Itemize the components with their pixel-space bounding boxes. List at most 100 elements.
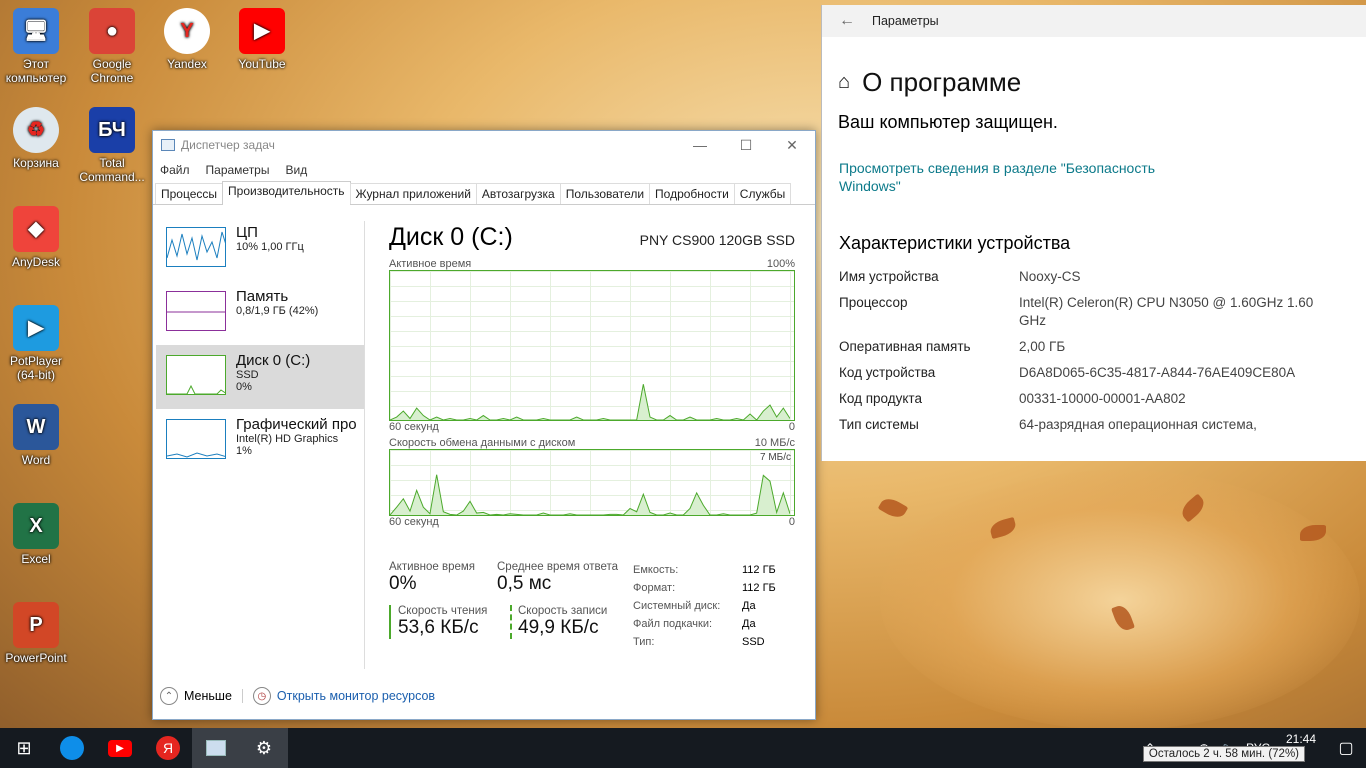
app-icon: W	[13, 404, 59, 450]
desktop-icon[interactable]: P PowerPoint	[0, 602, 72, 665]
active-time-label: Активное время	[389, 561, 476, 573]
desktop-icon[interactable]: 🖥 Этот компьютер	[0, 8, 72, 85]
perf-item-name: ЦП	[236, 224, 258, 241]
property-value: 112 ГБ	[742, 582, 776, 594]
mini-graph	[166, 355, 226, 395]
graph1-max: 100%	[766, 258, 795, 270]
disk-title: Диск 0 (C:)	[389, 223, 513, 251]
desktop-icon[interactable]: ◆ AnyDesk	[0, 206, 72, 269]
yandex-icon[interactable]: Я	[144, 728, 192, 768]
perf-sidebar-item[interactable]: Диск 0 (C:) SSD 0%	[156, 345, 364, 409]
graph2-mark: 7 МБ/с	[759, 452, 791, 463]
graph-line	[389, 474, 791, 516]
minimize-button[interactable]: —	[677, 131, 723, 159]
settings-window: ← Параметры ⌂ О программе Ваш компьютер …	[821, 5, 1366, 461]
desktop-icon[interactable]: ♻ Корзина	[0, 107, 72, 170]
tab[interactable]: Пользователи	[559, 183, 651, 204]
tab[interactable]: Подробности	[649, 183, 735, 204]
perf-sidebar-item[interactable]: Память 0,8/1,9 ГБ (42%)	[156, 281, 364, 345]
graph2-max: 10 МБ/с	[754, 437, 795, 449]
back-arrow-icon[interactable]: ←	[822, 12, 872, 30]
desktop-icon[interactable]: БЧ Total Command...	[76, 107, 148, 184]
task-manager-titlebar[interactable]: Диспетчер задач — ☐ ✕	[153, 131, 815, 159]
transfer-rate-graph: 7 МБ/с	[389, 449, 795, 516]
clock[interactable]: 21:44	[1276, 732, 1326, 746]
perf-item-s1: Intel(R) HD Graphics	[236, 433, 339, 445]
settings-gear-icon[interactable]: ⚙	[240, 728, 288, 768]
spec-value: Nooxy-CS	[1019, 269, 1081, 284]
spec-row: Имя устройства Nooxy-CS	[839, 268, 1366, 286]
property-key: Тип:	[633, 636, 655, 648]
start-windows-icon[interactable]: ⊞	[0, 728, 48, 768]
graph1-x-right: 0	[788, 421, 795, 433]
divider	[364, 221, 365, 669]
spec-row: Код устройства D6A8D065-6C35-4817-A844-76…	[839, 364, 1366, 382]
desktop-icon-label: Yandex	[167, 57, 207, 71]
menu-item[interactable]: Вид	[285, 163, 307, 179]
page-title: О программе	[862, 67, 1022, 97]
perf-item-s2: 1%	[236, 445, 252, 457]
desktop-icon[interactable]: X Excel	[0, 503, 72, 566]
wallpaper-glow	[880, 470, 1360, 730]
perf-item-s1: 10% 1,00 ГГц	[236, 241, 304, 253]
property-value: SSD	[742, 636, 765, 648]
tab[interactable]: Производительность	[222, 181, 351, 205]
property-row: Системный диск: Да	[633, 597, 776, 615]
security-link[interactable]: Просмотреть сведения в разделе "Безопасн…	[822, 133, 1162, 195]
spec-key: Тип системы	[839, 417, 919, 432]
less-details-button[interactable]: Меньше	[184, 689, 232, 703]
teamviewer-icon[interactable]	[48, 728, 96, 768]
disk-properties: Емкость: 112 ГБ Формат: 112 ГБ Системный дис…	[633, 561, 776, 651]
desktop-icon-label: Excel	[21, 552, 51, 566]
app-icon: P	[13, 602, 59, 648]
desktop-icon[interactable]: Y Yandex	[151, 8, 223, 71]
graph1-x-left: 60 секунд	[389, 421, 439, 433]
spec-value: D6A8D065-6C35-4817-A844-76AE409CE80A	[1019, 365, 1296, 380]
tab-strip: Процессы Производительность Журнал приложе…	[153, 181, 815, 205]
mini-graph	[166, 419, 226, 459]
desktop-icon-label: Этот компьютер	[5, 57, 67, 85]
tab[interactable]: Процессы	[155, 183, 224, 204]
notifications-icon[interactable]: ▢	[1326, 738, 1366, 758]
spec-key: Оперативная память	[839, 339, 971, 354]
app-icon: ♻	[13, 107, 59, 153]
tab[interactable]: Службы	[733, 183, 792, 204]
write-speed-label: Скорость записи	[518, 605, 608, 617]
app-icon: ▶	[239, 8, 285, 54]
desktop-icon-label: AnyDesk	[11, 255, 61, 269]
desktop-icon-label: PotPlayer (64-bit)	[9, 354, 63, 382]
menu-item[interactable]: Параметры	[206, 163, 270, 179]
youtube-icon[interactable]: ▶	[96, 728, 144, 768]
property-row: Емкость: 112 ГБ	[633, 561, 776, 579]
maximize-button[interactable]: ☐	[723, 131, 769, 159]
menu-item[interactable]: Файл	[160, 163, 190, 179]
resource-monitor-icon[interactable]: ◷	[252, 687, 271, 705]
desktop-icon[interactable]: ● Google Chrome	[76, 8, 148, 85]
perf-sidebar-item[interactable]: ЦП 10% 1,00 ГГц	[156, 217, 364, 281]
settings-titlebar[interactable]: ← Параметры	[822, 5, 1366, 37]
perf-item-name: Диск 0 (C:)	[236, 352, 311, 369]
app-icon: X	[13, 503, 59, 549]
perf-sidebar-item[interactable]: Графический про Intel(R) HD Graphics 1%	[156, 409, 364, 473]
desktop-icon-label: YouTube	[238, 57, 286, 71]
task-manager-window: Диспетчер задач — ☐ ✕ Файл Параметры Вид П…	[152, 130, 816, 720]
desktop-icon[interactable]: W Word	[0, 404, 72, 467]
desktop-icon[interactable]: ▶ PotPlayer (64-bit)	[0, 305, 72, 382]
app-icon: Y	[164, 8, 210, 54]
leaf-decoration	[877, 494, 909, 522]
app-icon: ▶	[13, 305, 59, 351]
graph-area	[390, 474, 790, 515]
desktop-icon[interactable]: ▶ YouTube	[226, 8, 298, 71]
app-icon: БЧ	[89, 107, 135, 153]
tab[interactable]: Автозагрузка	[475, 183, 561, 204]
chevron-up-icon[interactable]: ⌃	[160, 687, 178, 705]
property-key: Системный диск:	[633, 600, 721, 612]
close-button[interactable]: ✕	[769, 131, 815, 159]
task-manager-taskbar-icon[interactable]	[192, 728, 240, 768]
perf-detail: Диск 0 (C:) PNY CS900 120GB SSD Активное…	[389, 223, 795, 648]
spec-row: Тип системы 64-разрядная операционная сис…	[839, 416, 1366, 434]
open-resource-monitor-link[interactable]: Открыть монитор ресурсов	[277, 689, 435, 703]
home-icon[interactable]: ⌂	[838, 71, 850, 94]
tab[interactable]: Журнал приложений	[349, 183, 477, 204]
perf-item-s1: 0,8/1,9 ГБ (42%)	[236, 305, 319, 317]
